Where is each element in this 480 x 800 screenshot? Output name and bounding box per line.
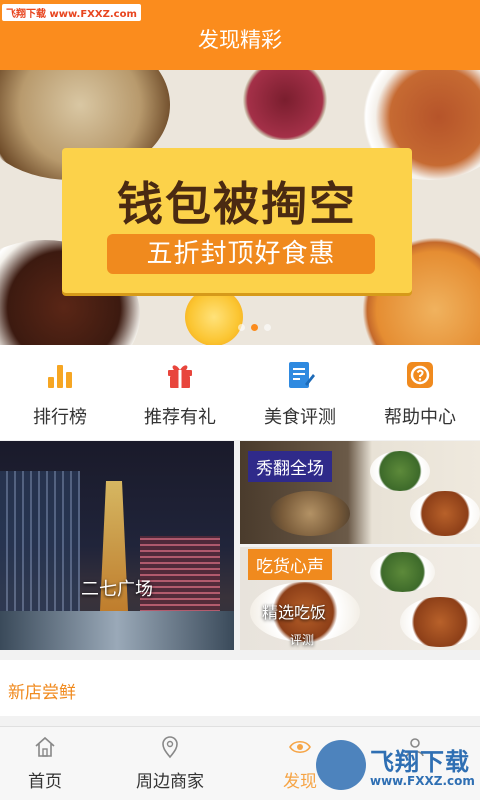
carousel-dot-active[interactable] — [251, 324, 258, 331]
tab-label: 周边商家 — [136, 772, 204, 792]
pomegranate-bowl-image — [230, 70, 340, 140]
menu-item-referral[interactable]: 推荐有礼 — [120, 345, 240, 440]
tile-showcase[interactable]: 秀翻全场 — [240, 441, 480, 544]
home-icon — [35, 736, 55, 757]
tab-home[interactable]: 首页 — [0, 727, 90, 800]
app-header: 飞翔下载 www.FXXZ.com 发现精彩 — [0, 0, 480, 70]
banner-headline: 钱包被掏空 — [117, 177, 357, 231]
page-title: 发现精彩 — [198, 28, 282, 52]
watermark-name: 飞翔下载 — [370, 748, 470, 776]
eye-icon — [289, 740, 311, 754]
menu-item-label: 排行榜 — [33, 407, 87, 428]
new-shops-section: 新店尝鲜 — [0, 660, 480, 716]
menu-item-label: 美食评测 — [264, 407, 336, 428]
tile-erqi-square[interactable]: 二七广场 — [0, 441, 234, 650]
gift-icon — [168, 365, 192, 388]
watermark-url: www.FXXZ.com — [370, 774, 475, 788]
location-icon — [162, 736, 178, 759]
menu-item-label: 推荐有礼 — [144, 407, 216, 428]
quick-menu: 排行榜 推荐有礼 美食评测 帮助中心 — [0, 345, 480, 440]
road-image — [0, 611, 234, 650]
carousel-dot[interactable] — [264, 324, 271, 331]
menu-item-food-review[interactable]: 美食评测 — [240, 345, 360, 440]
tile-caption: 秀翻全场 — [248, 451, 332, 482]
watermark-logo-icon — [316, 740, 366, 790]
feature-tiles: 二七广场 秀翻全场 吃货心声 精选吃饭 评测 — [0, 441, 480, 650]
carousel-dots — [238, 324, 271, 331]
tile-small-caption: 评测 — [290, 633, 315, 647]
lemon-image — [185, 288, 243, 345]
tab-label: 首页 — [28, 772, 62, 792]
banner-subline: 五折封顶好食惠 — [107, 234, 375, 274]
menu-item-label: 帮助中心 — [384, 407, 456, 428]
tile-caption: 二七广场 — [81, 579, 153, 600]
dish-image — [400, 597, 480, 647]
bar-chart-icon — [48, 365, 72, 388]
question-icon — [407, 362, 433, 388]
promo-banner[interactable]: 钱包被掏空 五折封顶好食惠 — [0, 70, 480, 345]
carousel-dot[interactable] — [238, 324, 245, 331]
menu-item-help-center[interactable]: 帮助中心 — [360, 345, 480, 440]
banner-sign: 钱包被掏空 五折封顶好食惠 — [62, 148, 412, 293]
dish-image — [270, 491, 350, 536]
tile-caption: 吃货心声 — [248, 549, 332, 580]
dish-image — [410, 491, 480, 536]
menu-item-ranking[interactable]: 排行榜 — [0, 345, 120, 440]
dish-image — [370, 451, 430, 491]
document-edit-icon — [289, 362, 315, 388]
tile-subcaption: 精选吃饭 — [262, 603, 327, 622]
tab-nearby-shops[interactable]: 周边商家 — [90, 727, 250, 800]
tile-foodie-voice[interactable]: 吃货心声 精选吃饭 评测 — [240, 547, 480, 650]
watermark-label: 飞翔下载 www.FXXZ.com — [2, 4, 141, 21]
dish-image — [370, 552, 435, 592]
section-title: 新店尝鲜 — [8, 683, 76, 703]
watermark-logo: 飞翔下载 www.FXXZ.com — [316, 738, 476, 798]
